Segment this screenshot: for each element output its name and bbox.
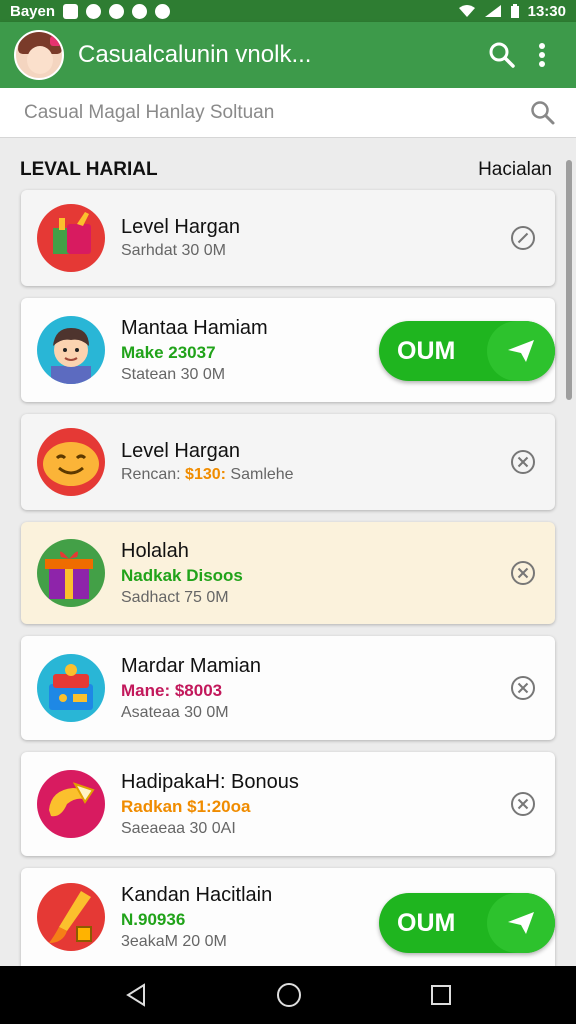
item-meta: Asateaa 30 0M	[121, 703, 229, 721]
section-title: LEVAL HARIAL	[20, 159, 158, 180]
go-button[interactable]: OUM	[379, 893, 555, 953]
item-title: Mardar Mamian	[121, 654, 262, 677]
section-action-link[interactable]: Hacialan	[478, 159, 552, 181]
back-icon[interactable]	[124, 983, 148, 1007]
treasure-chest-icon	[37, 654, 105, 722]
list-item[interactable]: Level Hargan Sarhdat 30 0M	[21, 190, 555, 286]
clock: 13:30	[527, 2, 566, 20]
more-vert-icon	[539, 43, 545, 67]
system-nav-bar	[0, 966, 576, 1024]
list-item[interactable]: Level Hargan Rencan: $130: Samlehe	[21, 414, 555, 510]
boy-avatar-icon	[37, 316, 105, 384]
item-title: Level Hargan	[121, 216, 240, 238]
item-subtitle: Radkan $1:20oa	[121, 796, 251, 816]
close-icon[interactable]	[509, 448, 537, 476]
item-subtitle: Nadkak Disoos	[121, 565, 243, 585]
item-title: Holalah	[121, 539, 189, 562]
item-meta: Saeaeaa 30 0AI	[121, 819, 236, 837]
home-icon[interactable]	[276, 982, 302, 1008]
gift-box-icon	[37, 539, 105, 607]
user-avatar[interactable]	[14, 30, 64, 80]
app-title: Casualcalunin vnolk...	[78, 41, 312, 68]
item-title: Level Hargan	[121, 440, 240, 462]
app-notification-icon	[155, 3, 171, 19]
item-title: HadipakaH: Bonous	[121, 770, 299, 793]
item-meta: Sarhdat 30 0M	[121, 242, 226, 259]
signal-icon	[484, 5, 501, 17]
list-item[interactable]: Kandan Hacitlain N.90936 3eakaM 20 0M OU…	[21, 868, 555, 966]
carrier-label: Bayen	[10, 2, 56, 20]
search-bar	[0, 88, 576, 138]
send-icon	[508, 912, 534, 934]
wifi-icon	[458, 5, 475, 17]
section-header: LEVAL HARIAL Hacialan	[20, 156, 552, 184]
smile-icon	[37, 428, 105, 496]
battery-icon	[510, 3, 519, 18]
list-item[interactable]: Holalah Nadkak Disoos Sadhact 75 0M	[21, 522, 555, 624]
recents-icon[interactable]	[430, 984, 452, 1006]
settings-notification-icon	[109, 3, 125, 19]
search-icon[interactable]	[530, 100, 556, 126]
list-item[interactable]: Mantaa Hamiam Make 23037 Statean 30 0M O…	[21, 298, 555, 402]
sync-notification-icon	[86, 3, 102, 19]
close-icon[interactable]	[509, 790, 537, 818]
fortune-cookie-icon	[37, 770, 105, 838]
item-subtitle-label: Rencan:	[121, 466, 186, 483]
item-subtitle-value: $130:	[185, 466, 226, 483]
close-icon[interactable]	[509, 559, 537, 587]
item-subtitle-suffix: Samlehe	[225, 466, 294, 483]
list-item[interactable]: Mardar Mamian Mane: $8003 Asateaa 30 0M	[21, 636, 555, 740]
gift-bag-icon	[37, 204, 105, 272]
item-subtitle: Rencan: $130: Samlehe	[121, 466, 509, 484]
overflow-menu-button[interactable]	[522, 35, 562, 75]
go-button-label: OUM	[397, 908, 456, 937]
search-icon	[489, 42, 515, 68]
close-icon[interactable]	[509, 224, 537, 252]
app-bar: Casualcalunin vnolk...	[0, 22, 576, 88]
send-icon	[508, 340, 534, 362]
paint-brush-icon	[37, 883, 105, 951]
go-button-label: OUM	[397, 336, 456, 365]
search-input[interactable]	[24, 101, 530, 124]
status-bar: Bayen 13:30	[0, 0, 576, 22]
drive-notification-icon	[132, 3, 148, 19]
list-item[interactable]: HadipakaH: Bonous Radkan $1:20oa Saeaeaa…	[21, 752, 555, 856]
search-button[interactable]	[482, 35, 522, 75]
close-icon[interactable]	[509, 674, 537, 702]
scrollbar[interactable]	[566, 160, 572, 400]
go-button[interactable]: OUM	[379, 321, 555, 381]
image-notification-icon	[63, 3, 79, 19]
item-meta: Sadhact 75 0M	[121, 588, 229, 606]
item-subtitle: Mane: $8003	[121, 680, 223, 700]
